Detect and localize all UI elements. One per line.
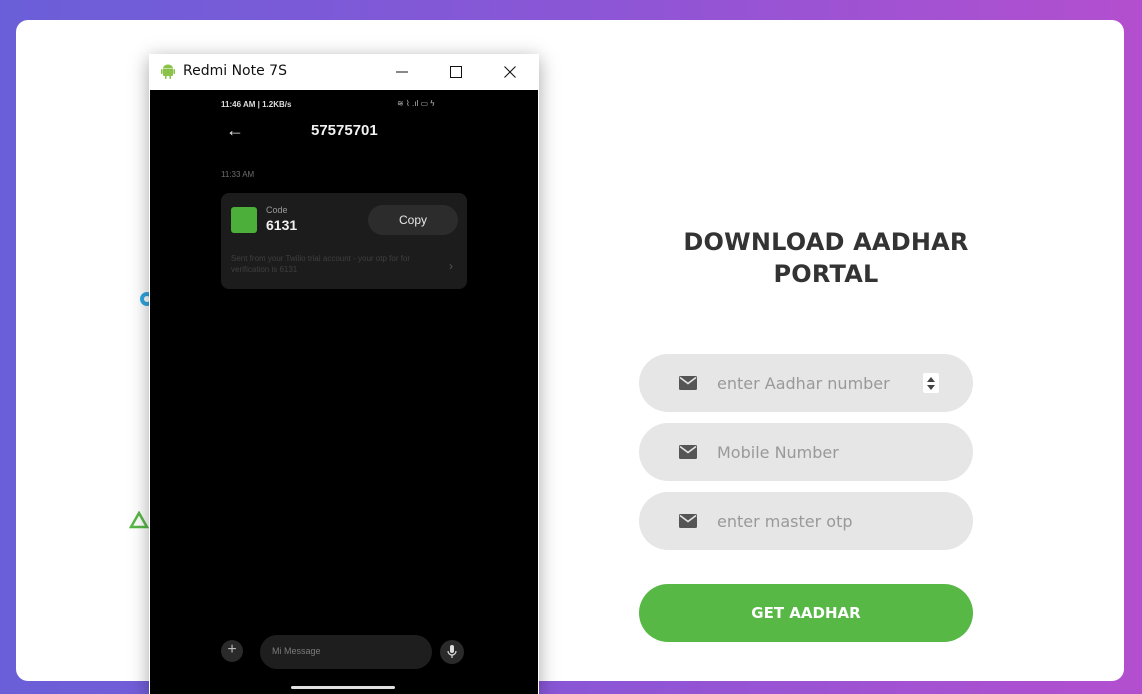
code-label: Code	[266, 205, 288, 215]
envelope-icon	[679, 514, 697, 528]
message-bubble[interactable]: Code 6131 Copy Sent from your Twilio tri…	[221, 193, 467, 289]
mobile-number-field[interactable]: Mobile Number	[639, 423, 973, 481]
spinner-down-icon[interactable]	[927, 384, 935, 390]
message-time: 11:33 AM	[221, 170, 255, 179]
back-arrow-icon[interactable]: ←	[226, 120, 244, 141]
phone-mirror-window[interactable]: Redmi Note 7S 11:46 AM | 1.2KB/s ≋ ⌇ .ıl…	[149, 54, 539, 694]
status-bar-icons: ≋ ⌇ .ıl ▭ ϟ	[397, 99, 435, 108]
chevron-right-icon[interactable]: ›	[449, 259, 453, 273]
copy-button[interactable]: Copy	[368, 205, 458, 235]
message-input[interactable]: Mi Message	[260, 635, 432, 669]
envelope-icon	[679, 445, 697, 459]
get-aadhar-button[interactable]: GET AADHAR	[639, 584, 973, 642]
close-button[interactable]	[487, 54, 533, 90]
android-icon	[161, 64, 175, 79]
maximize-icon	[450, 66, 462, 78]
microphone-button[interactable]	[440, 640, 464, 664]
add-attachment-icon[interactable]: +	[221, 640, 243, 662]
aadhar-number-field[interactable]: enter Aadhar number	[639, 354, 973, 412]
spinner-up-icon[interactable]	[927, 376, 935, 382]
minimize-button[interactable]	[379, 54, 425, 90]
mobile-number-placeholder: Mobile Number	[717, 442, 839, 462]
code-value: 6131	[266, 217, 298, 233]
microphone-icon	[447, 645, 457, 658]
window-title-bar[interactable]: Redmi Note 7S	[149, 54, 539, 90]
phone-screen[interactable]: 11:46 AM | 1.2KB/s ≋ ⌇ .ıl ▭ ϟ ← 5757570…	[150, 90, 538, 694]
master-otp-placeholder: enter master otp	[717, 511, 853, 531]
maximize-button[interactable]	[433, 54, 479, 90]
page-title: DOWNLOAD AADHAR PORTAL	[683, 228, 969, 288]
minimize-icon	[396, 71, 408, 73]
number-spinner[interactable]	[923, 373, 939, 393]
close-icon	[504, 66, 516, 78]
sender-number: 57575701	[311, 122, 378, 139]
message-input-placeholder: Mi Message	[272, 646, 321, 656]
aadhar-number-placeholder: enter Aadhar number	[717, 373, 890, 393]
status-bar-left: 11:46 AM | 1.2KB/s	[221, 100, 292, 109]
master-otp-field[interactable]: enter master otp	[639, 492, 973, 550]
window-title: Redmi Note 7S	[183, 63, 287, 79]
code-icon	[231, 207, 257, 233]
message-body: Sent from your Twilio trial account - yo…	[231, 254, 411, 274]
envelope-icon	[679, 376, 697, 390]
